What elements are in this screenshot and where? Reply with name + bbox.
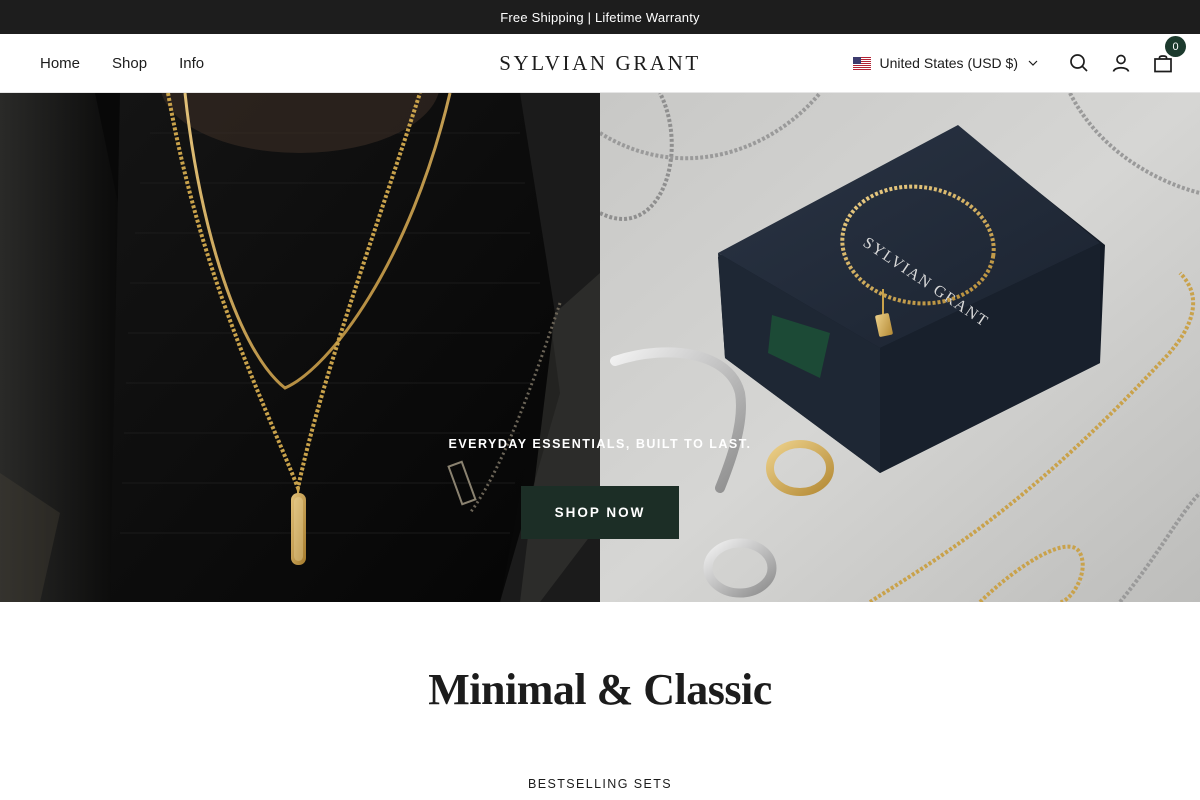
country-selector-label: United States (USD $) [879, 55, 1019, 71]
cart-button[interactable]: 0 [1152, 36, 1186, 74]
chevron-down-icon [1028, 60, 1038, 66]
header-actions: United States (USD $) 0 [852, 34, 1186, 92]
nav-shop-link[interactable]: Shop [112, 55, 147, 72]
announcement-bar: Free Shipping | Lifetime Warranty [0, 0, 1200, 34]
country-selector[interactable]: United States (USD $) [852, 55, 1039, 71]
cart-icon [1154, 55, 1172, 73]
shop-now-button[interactable]: SHOP NOW [521, 486, 679, 539]
nav-info-link[interactable]: Info [179, 55, 204, 72]
search-button[interactable] [1068, 52, 1090, 74]
gift-box-illustration: SYLVIAN GRANT [600, 93, 1200, 602]
section-title: Minimal & Classic [428, 665, 772, 714]
us-flag-icon [852, 56, 871, 70]
hero-image-gift-box: SYLVIAN GRANT [600, 93, 1200, 602]
search-icon [1070, 54, 1088, 72]
nav-home-link[interactable]: Home [40, 55, 80, 72]
account-button[interactable] [1110, 52, 1132, 74]
section-subtitle: BESTSELLING SETS [528, 777, 672, 791]
cart-count-badge: 0 [1165, 36, 1186, 57]
brand-logo[interactable]: SYLVIAN GRANT [499, 51, 701, 75]
announcement-text: Free Shipping | Lifetime Warranty [500, 9, 700, 25]
hero-tagline: EVERYDAY ESSENTIALS, BUILT TO LAST. [448, 437, 752, 451]
account-icon [1112, 54, 1130, 72]
site-header: Home Shop Info SYLVIAN GRANT United Stat… [0, 34, 1200, 93]
main-nav: Home Shop Info [40, 34, 236, 92]
necklace-illustration [0, 93, 600, 602]
hero-image-necklace [0, 93, 600, 602]
hero-banner: SYLVIAN GRANT EVERYDAY ESSENTIALS, BUILT… [0, 93, 1200, 602]
